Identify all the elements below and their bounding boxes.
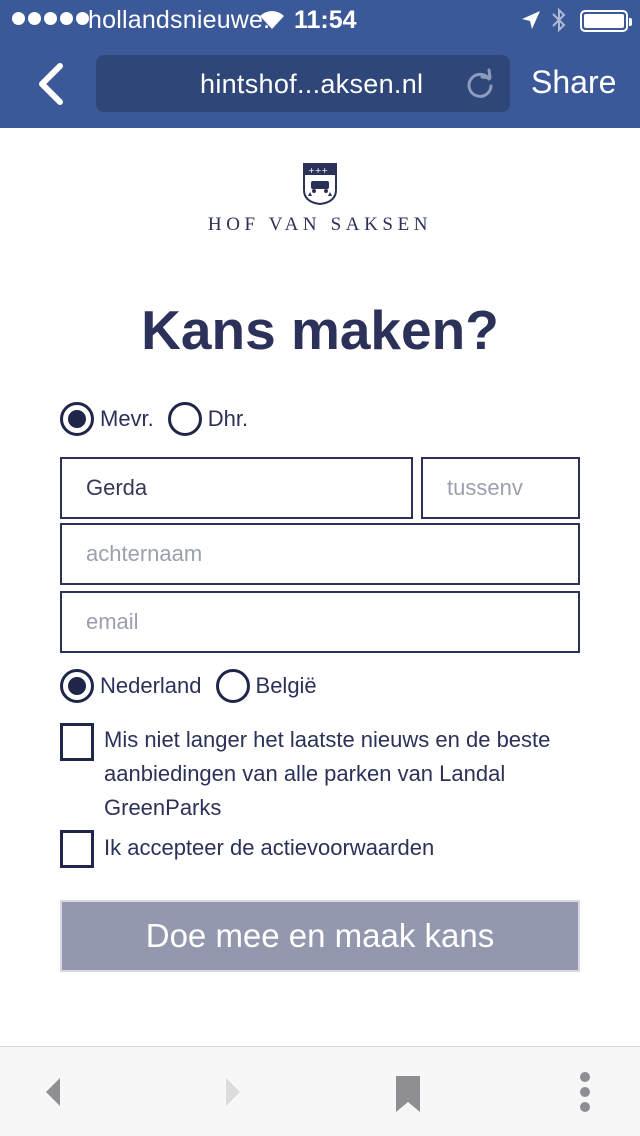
browser-header: hollandsnieuwe. 11:54 hintshof...aksen.n… (0, 0, 640, 128)
radio-nederland-label[interactable]: Nederland (100, 673, 202, 699)
salutation-group: Mevr. Dhr. (60, 402, 262, 436)
terms-checkbox[interactable] (60, 830, 94, 868)
tussenvoegsel-field (421, 457, 580, 519)
email-input[interactable] (62, 593, 578, 651)
battery-icon (580, 10, 632, 32)
crest-icon: +++ (303, 163, 337, 206)
reload-icon[interactable] (464, 67, 496, 99)
bluetooth-icon (552, 7, 566, 33)
radio-belgie[interactable] (215, 669, 250, 703)
page-title: Kans maken? (141, 299, 499, 361)
forward-arrow-icon[interactable] (222, 1075, 242, 1109)
signal-strength-icon (12, 12, 89, 25)
bookmark-icon[interactable] (395, 1075, 421, 1113)
first-name-field (60, 457, 413, 519)
terms-label[interactable]: Ik accepteer de actievoorwaarden (104, 831, 584, 865)
first-name-input[interactable] (62, 459, 411, 517)
more-dots-icon[interactable] (578, 1071, 592, 1113)
browser-toolbar (0, 1046, 640, 1136)
email-field (60, 591, 580, 653)
clock: 11:54 (294, 6, 357, 34)
last-name-field (60, 523, 580, 585)
radio-dhr[interactable] (167, 402, 202, 436)
submit-button[interactable]: Doe mee en maak kans (60, 900, 580, 972)
address-bar[interactable]: hintshof...aksen.nl (96, 55, 510, 112)
newsletter-checkbox[interactable] (60, 723, 94, 761)
newsletter-label[interactable]: Mis niet langer het laatste nieuws en de… (104, 723, 584, 825)
url-text: hintshof...aksen.nl (200, 69, 424, 99)
wifi-icon (260, 11, 284, 29)
carrier-name: hollandsnieuwe. (88, 6, 271, 34)
last-name-input[interactable] (62, 525, 578, 583)
share-button[interactable]: Share (531, 64, 616, 101)
back-arrow-icon[interactable] (44, 1075, 64, 1109)
back-chevron-icon[interactable] (30, 62, 70, 106)
radio-nederland[interactable] (60, 669, 94, 703)
radio-dhr-label[interactable]: Dhr. (208, 406, 248, 432)
status-bar: hollandsnieuwe. 11:54 (0, 0, 640, 40)
radio-mevr-label[interactable]: Mevr. (100, 406, 154, 432)
radio-belgie-label[interactable]: België (256, 673, 317, 699)
tussenvoegsel-input[interactable] (423, 459, 578, 517)
location-arrow-icon (522, 11, 540, 29)
country-group: Nederland België (60, 669, 331, 703)
radio-mevr[interactable] (60, 402, 94, 436)
svg-text:+++: +++ (308, 166, 328, 175)
brand-name: HOF VAN SAKSEN (207, 214, 433, 235)
